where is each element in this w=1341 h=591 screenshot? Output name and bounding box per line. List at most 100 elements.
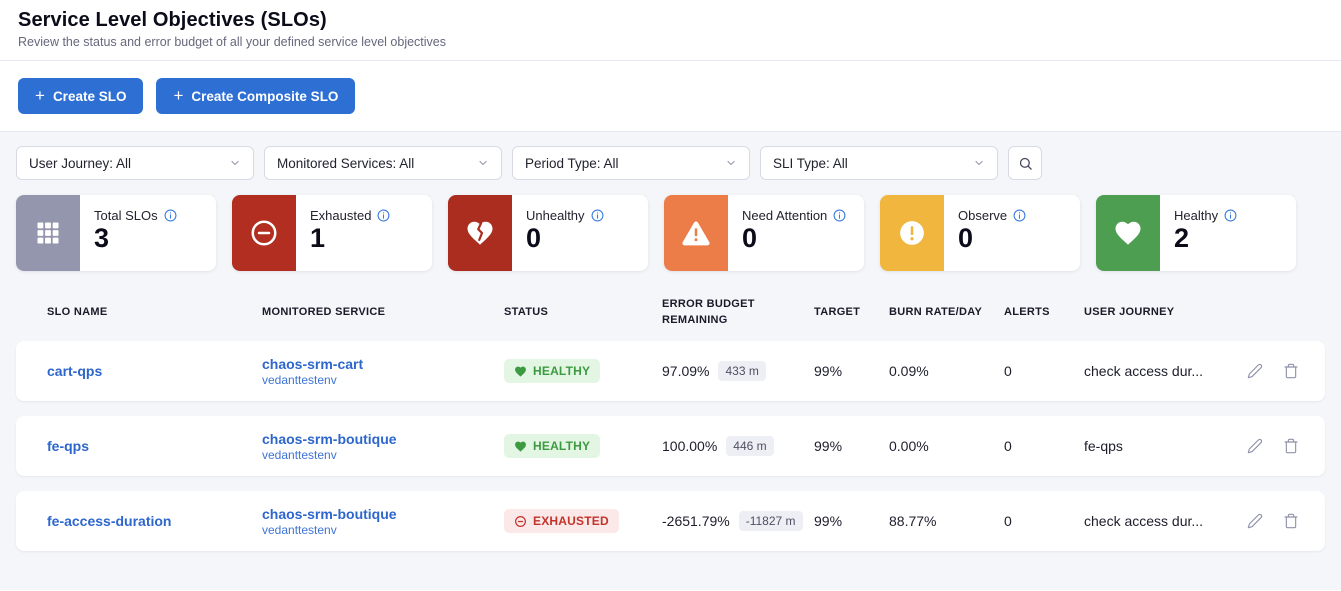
monitored-service-link[interactable]: chaos-srm-cart [262, 356, 504, 372]
create-composite-slo-label: Create Composite SLO [191, 89, 338, 104]
create-slo-label: Create SLO [53, 89, 127, 104]
plus-icon: + [35, 87, 45, 104]
status-badge: HEALTHY [504, 359, 600, 383]
heart-icon [514, 365, 527, 378]
search-button[interactable] [1008, 146, 1042, 180]
chevron-down-icon [477, 157, 489, 169]
error-budget-minutes: 446 m [726, 436, 773, 456]
target-value: 99% [814, 513, 889, 529]
info-icon[interactable] [1013, 209, 1026, 222]
status-badge: HEALTHY [504, 434, 600, 458]
card-need-attention[interactable]: Need Attention 0 [664, 195, 864, 271]
alerts-count: 0 [1004, 513, 1084, 529]
table-header: SLO NAME MONITORED SERVICE STATUS ERROR … [16, 296, 1325, 330]
info-icon[interactable] [833, 209, 846, 222]
user-journey-filter[interactable]: User Journey: All [16, 146, 254, 180]
card-count: 1 [310, 223, 390, 254]
card-label: Healthy [1174, 208, 1218, 223]
column-user-journey: USER JOURNEY [1084, 305, 1239, 321]
error-budget-percent: -2651.79% [662, 513, 730, 529]
page-subtitle: Review the status and error budget of al… [18, 35, 1323, 49]
delete-button[interactable] [1283, 363, 1299, 379]
alerts-count: 0 [1004, 438, 1084, 454]
burn-rate-value: 0.09% [889, 363, 1004, 379]
create-composite-slo-button[interactable]: + Create Composite SLO [156, 78, 355, 114]
table-row[interactable]: cart-qps chaos-srm-cart vedanttestenv HE… [16, 341, 1325, 401]
info-icon[interactable] [377, 209, 390, 222]
card-label: Unhealthy [526, 208, 585, 223]
pencil-icon [1247, 363, 1263, 379]
search-icon [1018, 156, 1033, 171]
environment-link[interactable]: vedanttestenv [262, 523, 504, 537]
monitored-services-filter[interactable]: Monitored Services: All [264, 146, 502, 180]
grid-icon [16, 195, 80, 271]
chevron-down-icon [725, 157, 737, 169]
delete-button[interactable] [1283, 438, 1299, 454]
slo-name-link[interactable]: cart-qps [47, 363, 262, 379]
table-row[interactable]: fe-access-duration chaos-srm-boutique ve… [16, 491, 1325, 551]
trash-icon [1283, 513, 1299, 529]
slo-name-link[interactable]: fe-access-duration [47, 513, 262, 529]
environment-link[interactable]: vedanttestenv [262, 373, 504, 387]
error-budget-percent: 100.00% [662, 438, 717, 454]
card-count: 0 [742, 223, 846, 254]
card-label: Need Attention [742, 208, 827, 223]
warning-triangle-icon [664, 195, 728, 271]
card-healthy[interactable]: Healthy 2 [1096, 195, 1296, 271]
sli-type-filter-value: SLI Type: All [773, 156, 848, 171]
card-unhealthy[interactable]: Unhealthy 0 [448, 195, 648, 271]
card-exhausted[interactable]: Exhausted 1 [232, 195, 432, 271]
card-count: 0 [526, 223, 604, 254]
info-icon[interactable] [1224, 209, 1237, 222]
table-row[interactable]: fe-qps chaos-srm-boutique vedanttestenv … [16, 416, 1325, 476]
slo-name-link[interactable]: fe-qps [47, 438, 262, 454]
card-count: 0 [958, 223, 1026, 254]
user-journey-value: fe-qps [1084, 438, 1239, 454]
edit-button[interactable] [1247, 363, 1263, 379]
actions-bar: + Create SLO + Create Composite SLO [0, 61, 1341, 132]
column-target: TARGET [814, 305, 889, 321]
minus-circle-icon [232, 195, 296, 271]
user-journey-filter-value: User Journey: All [29, 156, 131, 171]
edit-button[interactable] [1247, 513, 1263, 529]
column-burn-rate: BURN RATE/DAY [889, 305, 1004, 321]
info-icon[interactable] [591, 209, 604, 222]
edit-button[interactable] [1247, 438, 1263, 454]
heart-icon [514, 440, 527, 453]
period-type-filter-value: Period Type: All [525, 156, 619, 171]
error-budget-percent: 97.09% [662, 363, 709, 379]
alerts-count: 0 [1004, 363, 1084, 379]
plus-icon: + [173, 87, 183, 104]
period-type-filter[interactable]: Period Type: All [512, 146, 750, 180]
pencil-icon [1247, 513, 1263, 529]
chevron-down-icon [973, 157, 985, 169]
column-status: STATUS [504, 305, 662, 321]
error-budget-minutes: -11827 m [739, 511, 803, 531]
burn-rate-value: 88.77% [889, 513, 1004, 529]
minus-circle-icon [514, 515, 527, 528]
monitored-service-link[interactable]: chaos-srm-boutique [262, 431, 504, 447]
environment-link[interactable]: vedanttestenv [262, 448, 504, 462]
status-badge: EXHAUSTED [504, 509, 619, 533]
broken-heart-icon [448, 195, 512, 271]
card-label: Total SLOs [94, 208, 158, 223]
delete-button[interactable] [1283, 513, 1299, 529]
page-title: Service Level Objectives (SLOs) [18, 9, 1323, 32]
summary-cards: Total SLOs 3 Exhausted 1 [16, 195, 1325, 271]
create-slo-button[interactable]: + Create SLO [18, 78, 143, 114]
monitored-service-link[interactable]: chaos-srm-boutique [262, 506, 504, 522]
status-label: HEALTHY [533, 364, 590, 378]
main-content: User Journey: All Monitored Services: Al… [0, 132, 1341, 590]
card-total-slos[interactable]: Total SLOs 3 [16, 195, 216, 271]
info-icon[interactable] [164, 209, 177, 222]
column-alerts: ALERTS [1004, 305, 1084, 321]
monitored-services-filter-value: Monitored Services: All [277, 156, 414, 171]
user-journey-value: check access dur... [1084, 513, 1239, 529]
card-count: 3 [94, 223, 177, 254]
target-value: 99% [814, 363, 889, 379]
sli-type-filter[interactable]: SLI Type: All [760, 146, 998, 180]
target-value: 99% [814, 438, 889, 454]
card-label: Exhausted [310, 208, 371, 223]
card-observe[interactable]: Observe 0 [880, 195, 1080, 271]
column-slo-name: SLO NAME [47, 305, 262, 321]
